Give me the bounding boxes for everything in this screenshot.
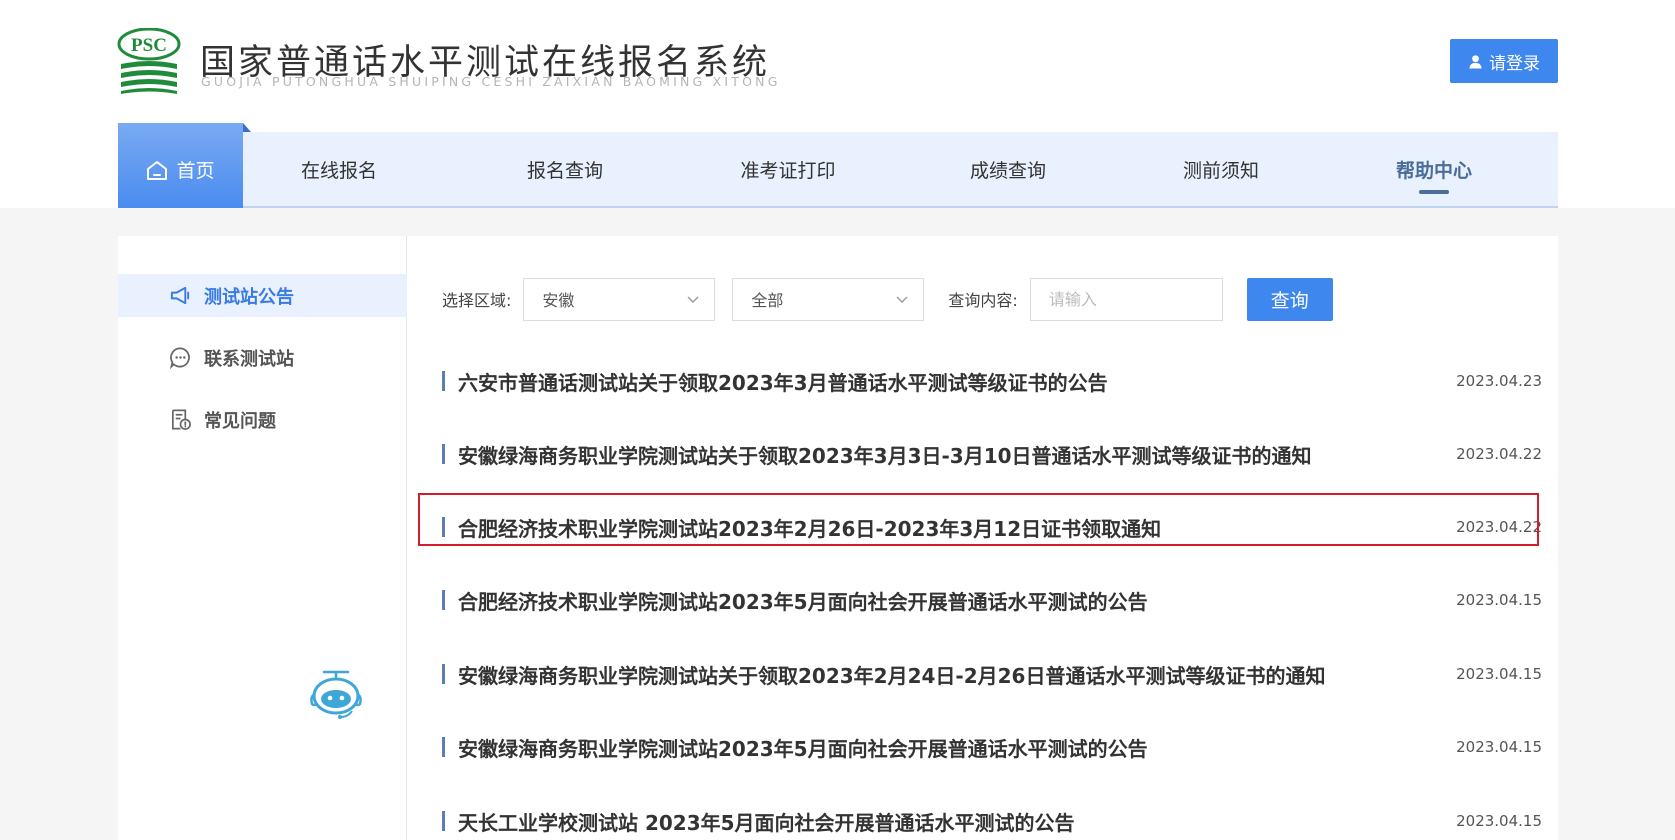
chat-icon — [169, 347, 190, 369]
notice-date: 2023.04.23 — [1456, 372, 1542, 390]
notice-marker — [442, 371, 445, 391]
notice-date: 2023.04.22 — [1456, 445, 1542, 463]
active-tab-indicator — [1419, 190, 1449, 194]
notice-marker — [442, 517, 445, 537]
notice-title: 安徽绿海商务职业学院测试站关于领取2023年3月3日-3月10日普通话水平测试等… — [458, 443, 1312, 468]
list-item[interactable]: 六安市普通话测试站关于领取2023年3月普通话水平测试等级证书的公告 2023.… — [442, 360, 1542, 402]
list-item[interactable]: 合肥经济技术职业学院测试站2023年2月26日-2023年3月12日证书领取通知… — [442, 506, 1542, 548]
list-item[interactable]: 安徽绿海商务职业学院测试站关于领取2023年2月24日-2月26日普通话水平测试… — [442, 653, 1542, 695]
sidebar-item-faq[interactable]: 常见问题 — [118, 398, 407, 441]
search-button[interactable]: 查询 — [1246, 277, 1333, 321]
notice-date: 2023.04.15 — [1456, 812, 1542, 830]
sidebar: 测试站公告 联系测试站 常见问题 — [118, 236, 407, 840]
megaphone-icon — [170, 286, 190, 305]
nav-item-help-center[interactable]: 帮助中心 — [1364, 132, 1504, 206]
home-icon — [147, 160, 168, 180]
svg-text:PSC: PSC — [131, 35, 167, 56]
sidebar-item-contact-station[interactable]: 联系测试站 — [118, 336, 407, 379]
nav-item-online-signup[interactable]: 在线报名 — [279, 132, 399, 206]
notice-date: 2023.04.15 — [1456, 665, 1542, 683]
category-select[interactable]: 全部 — [732, 277, 925, 321]
filter-bar: 选择区域: 安徽 全部 查询内容: 查询 — [442, 277, 1333, 321]
list-item[interactable]: 安徽绿海商务职业学院测试站关于领取2023年3月3日-3月10日普通话水平测试等… — [442, 433, 1542, 475]
chevron-down-icon — [896, 296, 908, 303]
list-item[interactable]: 天长工业学校测试站 2023年5月面向社会开展普通话水平测试的公告 2023.0… — [442, 800, 1542, 840]
site-subtitle: GUOJIA PUTONGHUA SHUIPING CESHI ZAIXIAN … — [201, 74, 781, 89]
nav-item-score-query[interactable]: 成绩查询 — [938, 132, 1078, 206]
query-input[interactable] — [1029, 277, 1223, 321]
notice-title: 安徽绿海商务职业学院测试站关于领取2023年2月24日-2月26日普通话水平测试… — [458, 663, 1326, 688]
nav-item-home[interactable]: 首页 — [118, 123, 251, 208]
nav-item-help-center-label: 帮助中心 — [1395, 159, 1472, 182]
list-item[interactable]: 合肥经济技术职业学院测试站2023年5月面向社会开展普通话水平测试的公告 202… — [442, 579, 1542, 621]
notice-marker — [442, 811, 445, 831]
nav-item-pretest-notice[interactable]: 测前须知 — [1151, 132, 1291, 206]
sidebar-item-station-notices[interactable]: 测试站公告 — [118, 274, 407, 317]
notice-title: 安徽绿海商务职业学院测试站2023年5月面向社会开展普通话水平测试的公告 — [458, 736, 1148, 761]
notice-date: 2023.04.15 — [1456, 591, 1542, 609]
content-panel: 测试站公告 联系测试站 常见问题 选择区域: 安徽 全部 查询内容: 请输入 查… — [118, 236, 1558, 840]
notice-marker — [442, 444, 445, 464]
notice-title: 合肥经济技术职业学院测试站2023年5月面向社会开展普通话水平测试的公告 — [458, 589, 1148, 614]
notice-title: 合肥经济技术职业学院测试站2023年2月26日-2023年3月12日证书领取通知 — [458, 516, 1162, 541]
login-button[interactable]: 请登录 — [1450, 39, 1558, 83]
query-label: 查询内容: — [948, 291, 1018, 310]
nav-item-ticket-print[interactable]: 准考证打印 — [708, 132, 868, 206]
sidebar-item-label: 测试站公告 — [204, 286, 294, 308]
notice-title: 天长工业学校测试站 2023年5月面向社会开展普通话水平测试的公告 — [458, 810, 1075, 835]
chevron-down-icon — [687, 296, 699, 303]
notice-date: 2023.04.22 — [1456, 518, 1542, 536]
notice-marker — [442, 590, 445, 610]
nav-home-label: 首页 — [176, 160, 215, 182]
category-select-value: 全部 — [751, 291, 784, 310]
nav-item-signup-query[interactable]: 报名查询 — [495, 132, 635, 206]
notice-marker — [442, 664, 445, 684]
region-select[interactable]: 安徽 — [523, 277, 716, 321]
sidebar-item-label: 联系测试站 — [204, 348, 294, 370]
list-item[interactable]: 安徽绿海商务职业学院测试站2023年5月面向社会开展普通话水平测试的公告 202… — [442, 726, 1542, 768]
psc-logo: PSC — [117, 28, 181, 94]
main-nav: 在线报名 报名查询 准考证打印 成绩查询 测前须知 帮助中心 — [118, 132, 1558, 208]
notice-title: 六安市普通话测试站关于领取2023年3月普通话水平测试等级证书的公告 — [458, 370, 1108, 395]
login-label: 请登录 — [1489, 53, 1540, 74]
user-icon — [1469, 54, 1482, 69]
notice-marker — [442, 737, 445, 757]
robot-assistant-icon[interactable] — [304, 666, 368, 720]
sidebar-item-label: 常见问题 — [204, 410, 276, 432]
region-select-value: 安徽 — [542, 291, 575, 310]
faq-icon — [171, 409, 191, 430]
notice-date: 2023.04.15 — [1456, 738, 1542, 756]
region-label: 选择区域: — [442, 291, 512, 310]
